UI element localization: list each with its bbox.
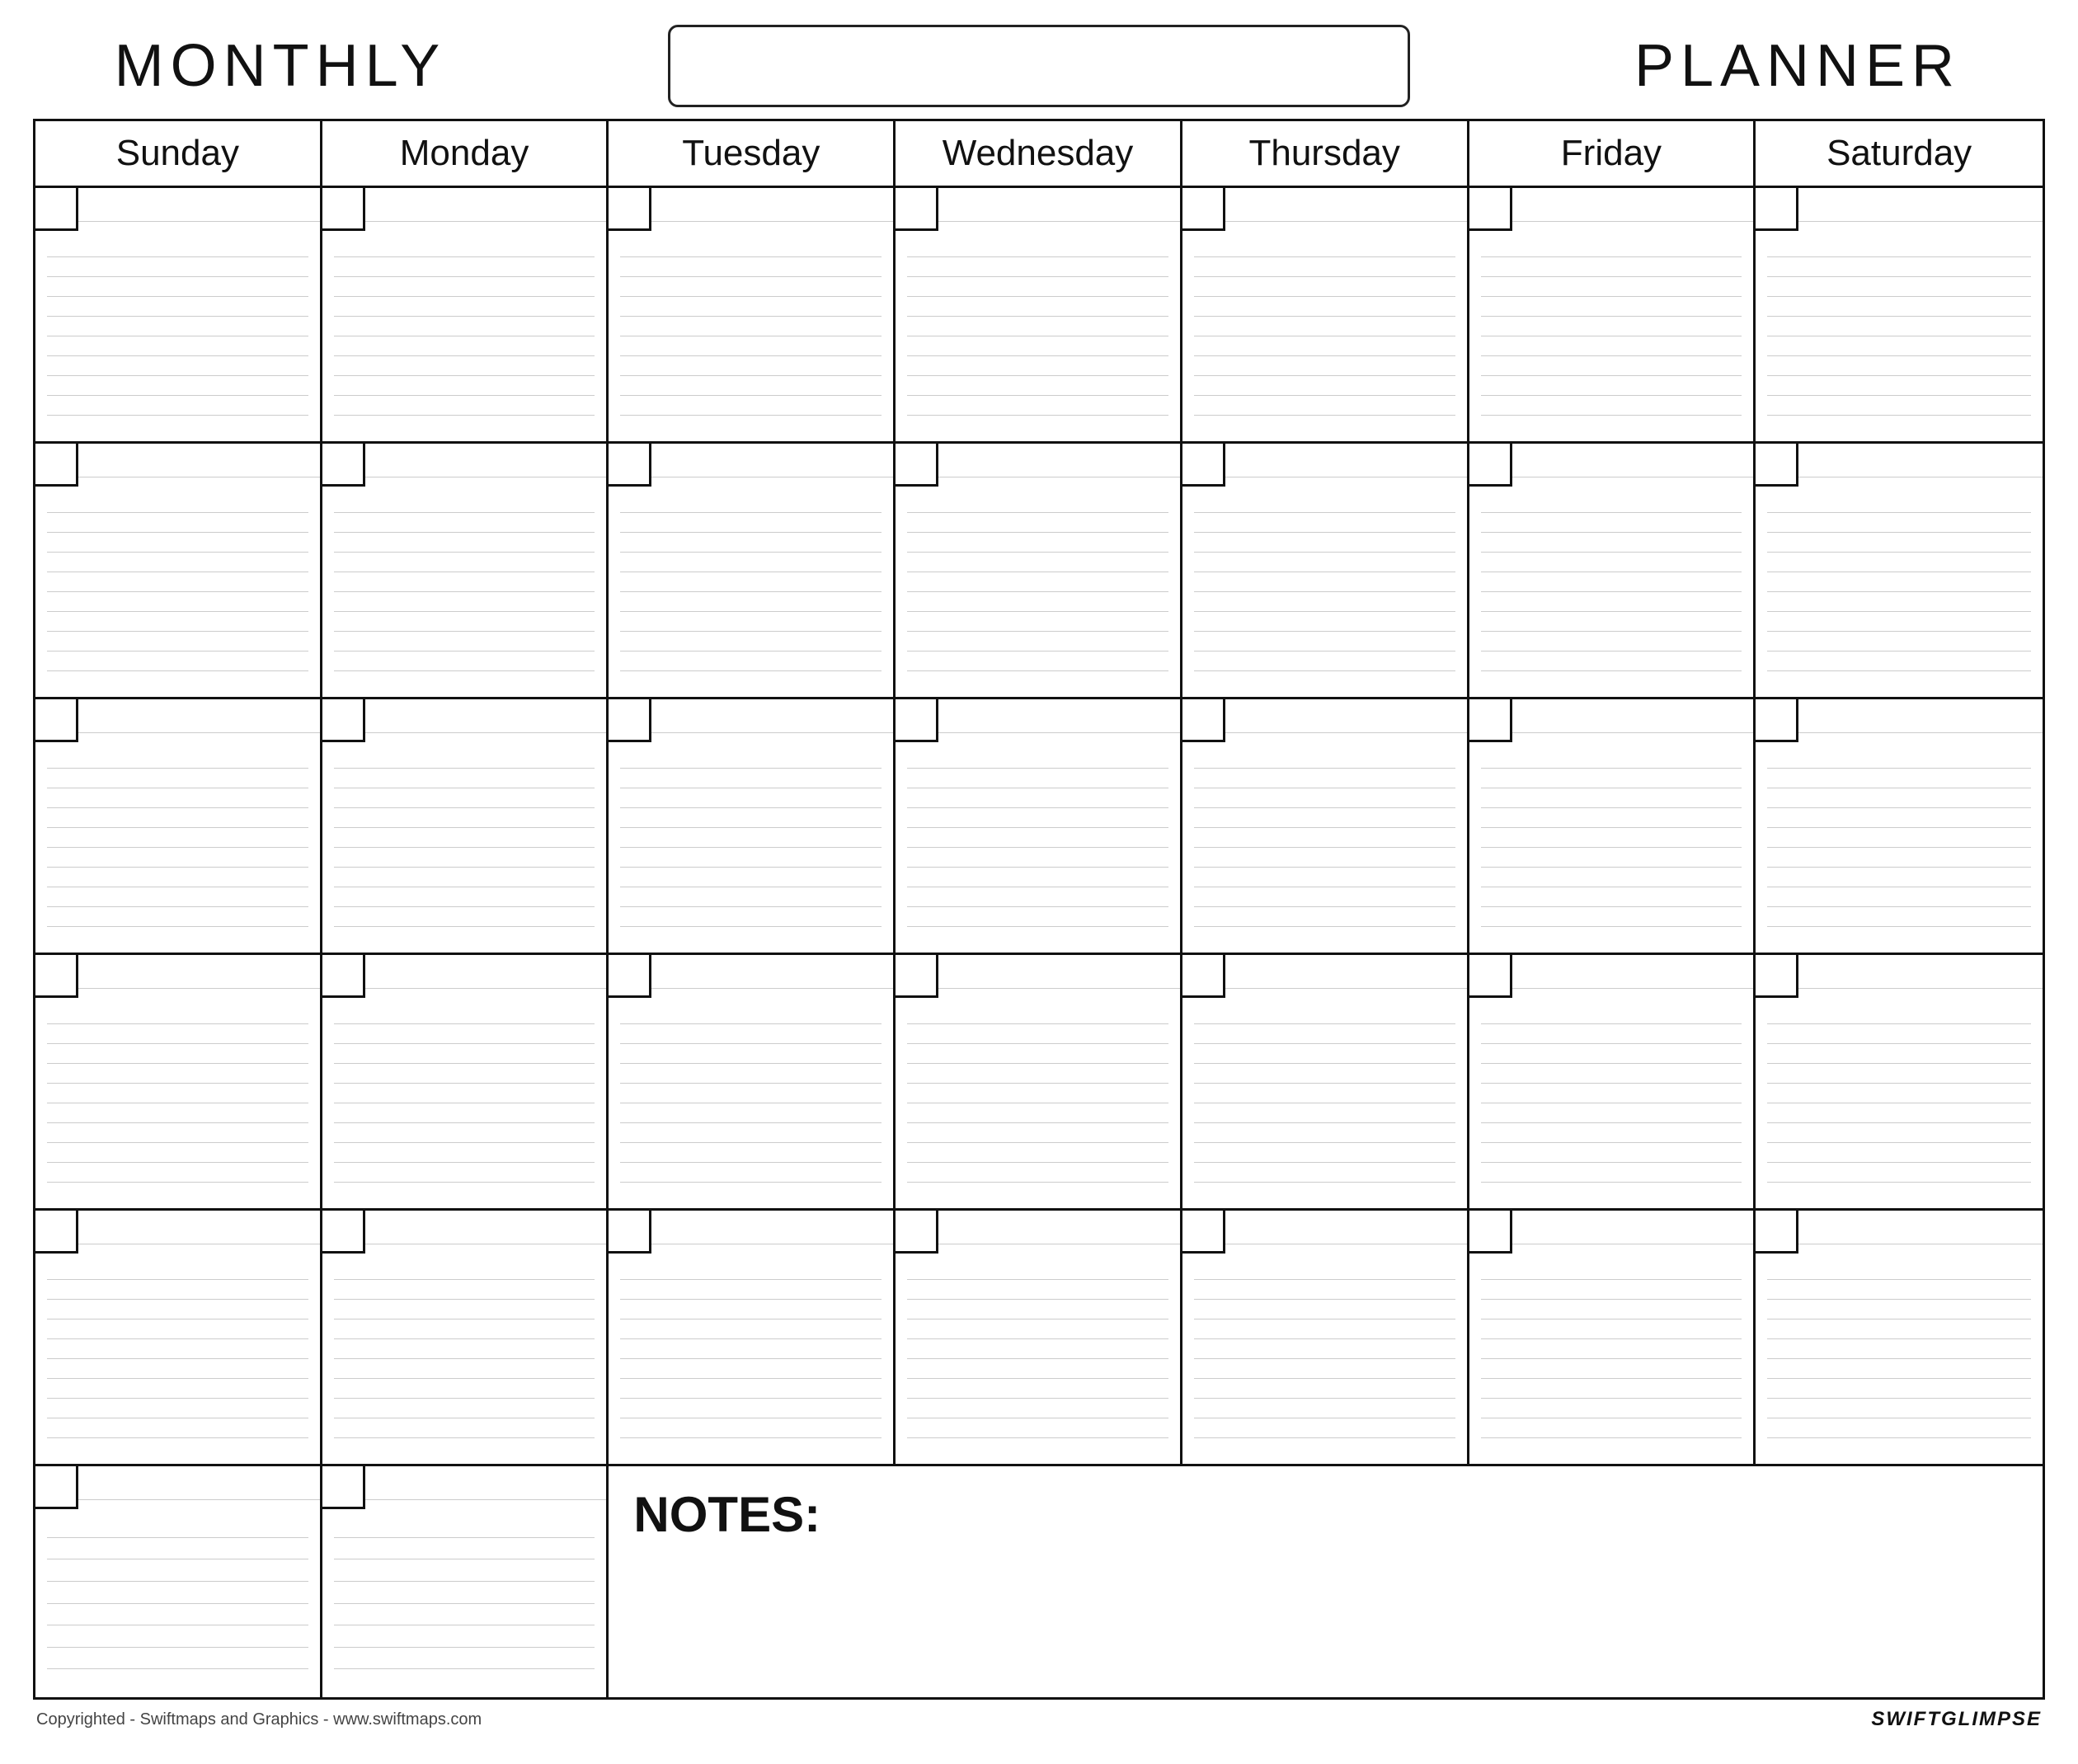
week3-thursday[interactable]	[1182, 697, 1469, 953]
week1-saturday[interactable]	[1756, 186, 2043, 441]
week2-thursday[interactable]	[1182, 441, 1469, 697]
date-box	[1756, 955, 1798, 998]
date-box	[1469, 1211, 1512, 1254]
week3-friday[interactable]	[1469, 697, 1756, 953]
date-box	[896, 444, 938, 487]
date-box	[322, 699, 365, 742]
title-input-box[interactable]	[668, 25, 1410, 107]
date-box	[35, 955, 78, 998]
week5-thursday[interactable]	[1182, 1208, 1469, 1464]
header: MONTHLY PLANNER	[33, 16, 2045, 115]
date-box	[1756, 699, 1798, 742]
week5-monday[interactable]	[322, 1208, 609, 1464]
date-box	[609, 444, 651, 487]
week2-saturday[interactable]	[1756, 441, 2043, 697]
date-box	[322, 444, 365, 487]
monthly-label: MONTHLY	[33, 32, 528, 100]
footer: Copyrighted - Swiftmaps and Graphics - w…	[33, 1700, 2045, 1731]
date-box	[322, 188, 365, 231]
date-box	[896, 955, 938, 998]
calendar-grid	[33, 186, 2045, 1464]
brand-glimpse: GLIMPSE	[1941, 1708, 2042, 1730]
header-tuesday: Tuesday	[609, 121, 896, 186]
date-box	[609, 1211, 651, 1254]
date-box	[35, 699, 78, 742]
day-headers-row: Sunday Monday Tuesday Wednesday Thursday…	[33, 119, 2045, 186]
date-box	[1469, 444, 1512, 487]
date-box	[896, 188, 938, 231]
planner-wrapper: MONTHLY PLANNER Sunday Monday Tuesday We…	[16, 0, 2062, 1764]
week5-saturday[interactable]	[1756, 1208, 2043, 1464]
week5-friday[interactable]	[1469, 1208, 1756, 1464]
notes-row: NOTES:	[33, 1464, 2045, 1700]
week3-monday[interactable]	[322, 697, 609, 953]
header-friday: Friday	[1469, 121, 1756, 186]
week1-monday[interactable]	[322, 186, 609, 441]
date-box	[35, 188, 78, 231]
date-box	[322, 1211, 365, 1254]
week4-wednesday[interactable]	[896, 953, 1182, 1208]
date-box	[1756, 444, 1798, 487]
date-box	[1756, 1211, 1798, 1254]
week2-monday[interactable]	[322, 441, 609, 697]
notes-monday[interactable]	[322, 1466, 609, 1697]
date-box	[1182, 955, 1225, 998]
week3-wednesday[interactable]	[896, 697, 1182, 953]
week2-friday[interactable]	[1469, 441, 1756, 697]
week5-wednesday[interactable]	[896, 1208, 1182, 1464]
week5-tuesday[interactable]	[609, 1208, 896, 1464]
week1-sunday[interactable]	[35, 186, 322, 441]
date-box	[1182, 188, 1225, 231]
date-box	[896, 699, 938, 742]
planner-label: PLANNER	[1550, 32, 2045, 100]
date-box	[322, 1466, 365, 1509]
notes-label: NOTES:	[633, 1486, 820, 1543]
week4-saturday[interactable]	[1756, 953, 2043, 1208]
date-box	[35, 444, 78, 487]
week1-tuesday[interactable]	[609, 186, 896, 441]
week1-thursday[interactable]	[1182, 186, 1469, 441]
header-sunday: Sunday	[35, 121, 322, 186]
date-box	[609, 188, 651, 231]
notes-section: NOTES:	[609, 1466, 2043, 1697]
week4-tuesday[interactable]	[609, 953, 896, 1208]
week3-tuesday[interactable]	[609, 697, 896, 953]
header-monday: Monday	[322, 121, 609, 186]
date-box	[1756, 188, 1798, 231]
date-box	[609, 955, 651, 998]
date-box	[1182, 444, 1225, 487]
date-box	[322, 955, 365, 998]
week3-sunday[interactable]	[35, 697, 322, 953]
date-box	[1182, 1211, 1225, 1254]
week2-sunday[interactable]	[35, 441, 322, 697]
brand-text: SWIFTGLIMPSE	[1871, 1708, 2042, 1731]
week3-saturday[interactable]	[1756, 697, 2043, 953]
week1-friday[interactable]	[1469, 186, 1756, 441]
week5-sunday[interactable]	[35, 1208, 322, 1464]
week2-wednesday[interactable]	[896, 441, 1182, 697]
week4-thursday[interactable]	[1182, 953, 1469, 1208]
week4-monday[interactable]	[322, 953, 609, 1208]
week2-tuesday[interactable]	[609, 441, 896, 697]
header-saturday: Saturday	[1756, 121, 2043, 186]
date-box	[1469, 188, 1512, 231]
date-box	[609, 699, 651, 742]
header-thursday: Thursday	[1182, 121, 1469, 186]
copyright-text: Copyrighted - Swiftmaps and Graphics - w…	[36, 1710, 482, 1729]
date-box	[1182, 699, 1225, 742]
date-box	[35, 1466, 78, 1509]
notes-sunday[interactable]	[35, 1466, 322, 1697]
date-box	[1469, 699, 1512, 742]
date-box	[35, 1211, 78, 1254]
week4-sunday[interactable]	[35, 953, 322, 1208]
brand-swift: SWIFT	[1871, 1708, 1941, 1730]
week4-friday[interactable]	[1469, 953, 1756, 1208]
week1-wednesday[interactable]	[896, 186, 1182, 441]
date-box	[896, 1211, 938, 1254]
date-box	[1469, 955, 1512, 998]
header-wednesday: Wednesday	[896, 121, 1182, 186]
